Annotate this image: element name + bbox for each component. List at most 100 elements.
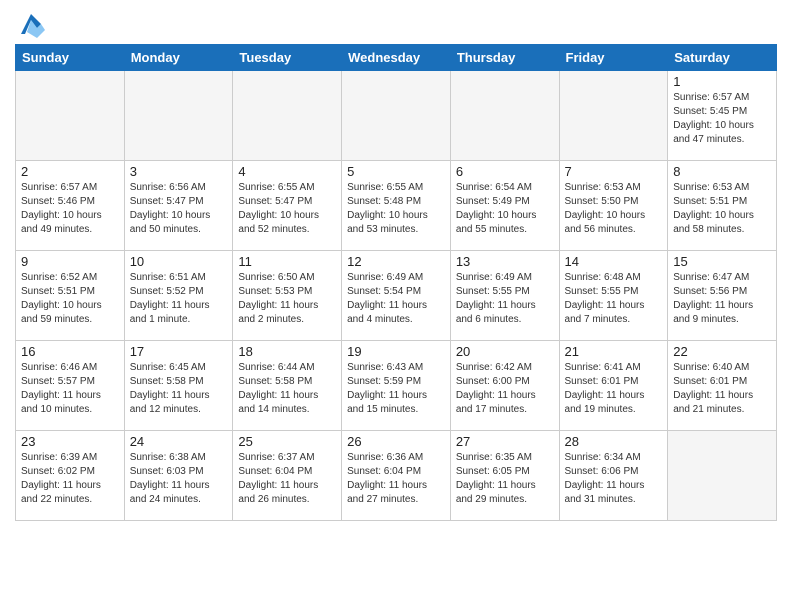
calendar-day-cell: 6 Sunrise: 6:54 AM Sunset: 5:49 PM Daylig… bbox=[450, 161, 559, 251]
day-number: 5 bbox=[347, 164, 445, 179]
day-number: 20 bbox=[456, 344, 554, 359]
day-info: Sunrise: 6:51 AM Sunset: 5:52 PM Dayligh… bbox=[130, 271, 228, 327]
day-info: Sunrise: 6:49 AM Sunset: 5:55 PM Dayligh… bbox=[456, 271, 554, 327]
day-info: Sunrise: 6:39 AM Sunset: 6:02 PM Dayligh… bbox=[21, 451, 119, 507]
day-number: 18 bbox=[238, 344, 336, 359]
calendar-day-cell: 23 Sunrise: 6:39 AM Sunset: 6:02 PM Dayli… bbox=[16, 431, 125, 521]
calendar-day-cell: 14 Sunrise: 6:48 AM Sunset: 5:55 PM Dayli… bbox=[559, 251, 668, 341]
day-info: Sunrise: 6:48 AM Sunset: 5:55 PM Dayligh… bbox=[565, 271, 663, 327]
calendar-day-cell bbox=[16, 71, 125, 161]
day-number: 12 bbox=[347, 254, 445, 269]
day-number: 25 bbox=[238, 434, 336, 449]
calendar-day-cell: 5 Sunrise: 6:55 AM Sunset: 5:48 PM Daylig… bbox=[342, 161, 451, 251]
calendar-day-cell: 9 Sunrise: 6:52 AM Sunset: 5:51 PM Daylig… bbox=[16, 251, 125, 341]
calendar-day-cell: 8 Sunrise: 6:53 AM Sunset: 5:51 PM Daylig… bbox=[668, 161, 777, 251]
calendar-header: SundayMondayTuesdayWednesdayThursdayFrid… bbox=[16, 45, 777, 71]
weekday-header: Wednesday bbox=[342, 45, 451, 71]
day-number: 19 bbox=[347, 344, 445, 359]
day-info: Sunrise: 6:43 AM Sunset: 5:59 PM Dayligh… bbox=[347, 361, 445, 417]
day-info: Sunrise: 6:35 AM Sunset: 6:05 PM Dayligh… bbox=[456, 451, 554, 507]
calendar-day-cell: 19 Sunrise: 6:43 AM Sunset: 5:59 PM Dayli… bbox=[342, 341, 451, 431]
day-number: 15 bbox=[673, 254, 771, 269]
day-info: Sunrise: 6:47 AM Sunset: 5:56 PM Dayligh… bbox=[673, 271, 771, 327]
day-info: Sunrise: 6:53 AM Sunset: 5:51 PM Dayligh… bbox=[673, 181, 771, 237]
day-number: 28 bbox=[565, 434, 663, 449]
calendar-day-cell: 17 Sunrise: 6:45 AM Sunset: 5:58 PM Dayli… bbox=[124, 341, 233, 431]
calendar-day-cell: 1 Sunrise: 6:57 AM Sunset: 5:45 PM Daylig… bbox=[668, 71, 777, 161]
calendar-day-cell: 20 Sunrise: 6:42 AM Sunset: 6:00 PM Dayli… bbox=[450, 341, 559, 431]
calendar-day-cell: 25 Sunrise: 6:37 AM Sunset: 6:04 PM Dayli… bbox=[233, 431, 342, 521]
day-info: Sunrise: 6:45 AM Sunset: 5:58 PM Dayligh… bbox=[130, 361, 228, 417]
day-info: Sunrise: 6:38 AM Sunset: 6:03 PM Dayligh… bbox=[130, 451, 228, 507]
day-info: Sunrise: 6:55 AM Sunset: 5:48 PM Dayligh… bbox=[347, 181, 445, 237]
day-number: 3 bbox=[130, 164, 228, 179]
day-number: 13 bbox=[456, 254, 554, 269]
calendar-day-cell bbox=[559, 71, 668, 161]
weekday-header: Monday bbox=[124, 45, 233, 71]
calendar-week-row: 23 Sunrise: 6:39 AM Sunset: 6:02 PM Dayli… bbox=[16, 431, 777, 521]
day-number: 16 bbox=[21, 344, 119, 359]
day-info: Sunrise: 6:52 AM Sunset: 5:51 PM Dayligh… bbox=[21, 271, 119, 327]
calendar-day-cell bbox=[124, 71, 233, 161]
day-info: Sunrise: 6:34 AM Sunset: 6:06 PM Dayligh… bbox=[565, 451, 663, 507]
day-number: 1 bbox=[673, 74, 771, 89]
calendar-day-cell: 10 Sunrise: 6:51 AM Sunset: 5:52 PM Dayli… bbox=[124, 251, 233, 341]
calendar-day-cell: 12 Sunrise: 6:49 AM Sunset: 5:54 PM Dayli… bbox=[342, 251, 451, 341]
calendar-week-row: 16 Sunrise: 6:46 AM Sunset: 5:57 PM Dayli… bbox=[16, 341, 777, 431]
calendar: SundayMondayTuesdayWednesdayThursdayFrid… bbox=[15, 44, 777, 521]
day-number: 8 bbox=[673, 164, 771, 179]
day-info: Sunrise: 6:57 AM Sunset: 5:46 PM Dayligh… bbox=[21, 181, 119, 237]
day-number: 22 bbox=[673, 344, 771, 359]
weekday-header: Sunday bbox=[16, 45, 125, 71]
calendar-day-cell: 15 Sunrise: 6:47 AM Sunset: 5:56 PM Dayli… bbox=[668, 251, 777, 341]
weekday-header: Thursday bbox=[450, 45, 559, 71]
calendar-week-row: 2Sunrise: 6:57 AM Sunset: 5:46 PM Daylig… bbox=[16, 161, 777, 251]
calendar-week-row: 1 Sunrise: 6:57 AM Sunset: 5:45 PM Daylig… bbox=[16, 71, 777, 161]
day-number: 17 bbox=[130, 344, 228, 359]
calendar-day-cell: 18Sunrise: 6:44 AM Sunset: 5:58 PM Dayli… bbox=[233, 341, 342, 431]
weekday-header: Tuesday bbox=[233, 45, 342, 71]
day-number: 14 bbox=[565, 254, 663, 269]
logo-icon bbox=[17, 10, 45, 38]
calendar-day-cell: 11 Sunrise: 6:50 AM Sunset: 5:53 PM Dayli… bbox=[233, 251, 342, 341]
day-info: Sunrise: 6:50 AM Sunset: 5:53 PM Dayligh… bbox=[238, 271, 336, 327]
calendar-day-cell: 13 Sunrise: 6:49 AM Sunset: 5:55 PM Dayli… bbox=[450, 251, 559, 341]
day-info: Sunrise: 6:56 AM Sunset: 5:47 PM Dayligh… bbox=[130, 181, 228, 237]
day-info: Sunrise: 6:36 AM Sunset: 6:04 PM Dayligh… bbox=[347, 451, 445, 507]
day-info: Sunrise: 6:46 AM Sunset: 5:57 PM Dayligh… bbox=[21, 361, 119, 417]
calendar-day-cell: 7Sunrise: 6:53 AM Sunset: 5:50 PM Daylig… bbox=[559, 161, 668, 251]
day-info: Sunrise: 6:40 AM Sunset: 6:01 PM Dayligh… bbox=[673, 361, 771, 417]
calendar-day-cell bbox=[233, 71, 342, 161]
day-number: 24 bbox=[130, 434, 228, 449]
calendar-day-cell: 3 Sunrise: 6:56 AM Sunset: 5:47 PM Daylig… bbox=[124, 161, 233, 251]
day-number: 21 bbox=[565, 344, 663, 359]
calendar-day-cell: 28 Sunrise: 6:34 AM Sunset: 6:06 PM Dayli… bbox=[559, 431, 668, 521]
day-number: 11 bbox=[238, 254, 336, 269]
page: SundayMondayTuesdayWednesdayThursdayFrid… bbox=[0, 0, 792, 531]
weekday-header: Saturday bbox=[668, 45, 777, 71]
weekday-row: SundayMondayTuesdayWednesdayThursdayFrid… bbox=[16, 45, 777, 71]
day-info: Sunrise: 6:49 AM Sunset: 5:54 PM Dayligh… bbox=[347, 271, 445, 327]
calendar-body: 1 Sunrise: 6:57 AM Sunset: 5:45 PM Daylig… bbox=[16, 71, 777, 521]
calendar-day-cell: 22 Sunrise: 6:40 AM Sunset: 6:01 PM Dayli… bbox=[668, 341, 777, 431]
day-number: 6 bbox=[456, 164, 554, 179]
day-number: 26 bbox=[347, 434, 445, 449]
calendar-day-cell: 2Sunrise: 6:57 AM Sunset: 5:46 PM Daylig… bbox=[16, 161, 125, 251]
day-number: 9 bbox=[21, 254, 119, 269]
calendar-week-row: 9 Sunrise: 6:52 AM Sunset: 5:51 PM Daylig… bbox=[16, 251, 777, 341]
day-number: 7 bbox=[565, 164, 663, 179]
day-info: Sunrise: 6:54 AM Sunset: 5:49 PM Dayligh… bbox=[456, 181, 554, 237]
calendar-day-cell bbox=[450, 71, 559, 161]
calendar-day-cell bbox=[668, 431, 777, 521]
logo bbox=[15, 14, 45, 38]
day-number: 10 bbox=[130, 254, 228, 269]
day-info: Sunrise: 6:42 AM Sunset: 6:00 PM Dayligh… bbox=[456, 361, 554, 417]
header bbox=[15, 10, 777, 38]
calendar-day-cell: 27Sunrise: 6:35 AM Sunset: 6:05 PM Dayli… bbox=[450, 431, 559, 521]
day-number: 23 bbox=[21, 434, 119, 449]
calendar-day-cell: 24 Sunrise: 6:38 AM Sunset: 6:03 PM Dayli… bbox=[124, 431, 233, 521]
calendar-day-cell: 4Sunrise: 6:55 AM Sunset: 5:47 PM Daylig… bbox=[233, 161, 342, 251]
day-info: Sunrise: 6:37 AM Sunset: 6:04 PM Dayligh… bbox=[238, 451, 336, 507]
day-info: Sunrise: 6:57 AM Sunset: 5:45 PM Dayligh… bbox=[673, 91, 771, 147]
day-number: 4 bbox=[238, 164, 336, 179]
